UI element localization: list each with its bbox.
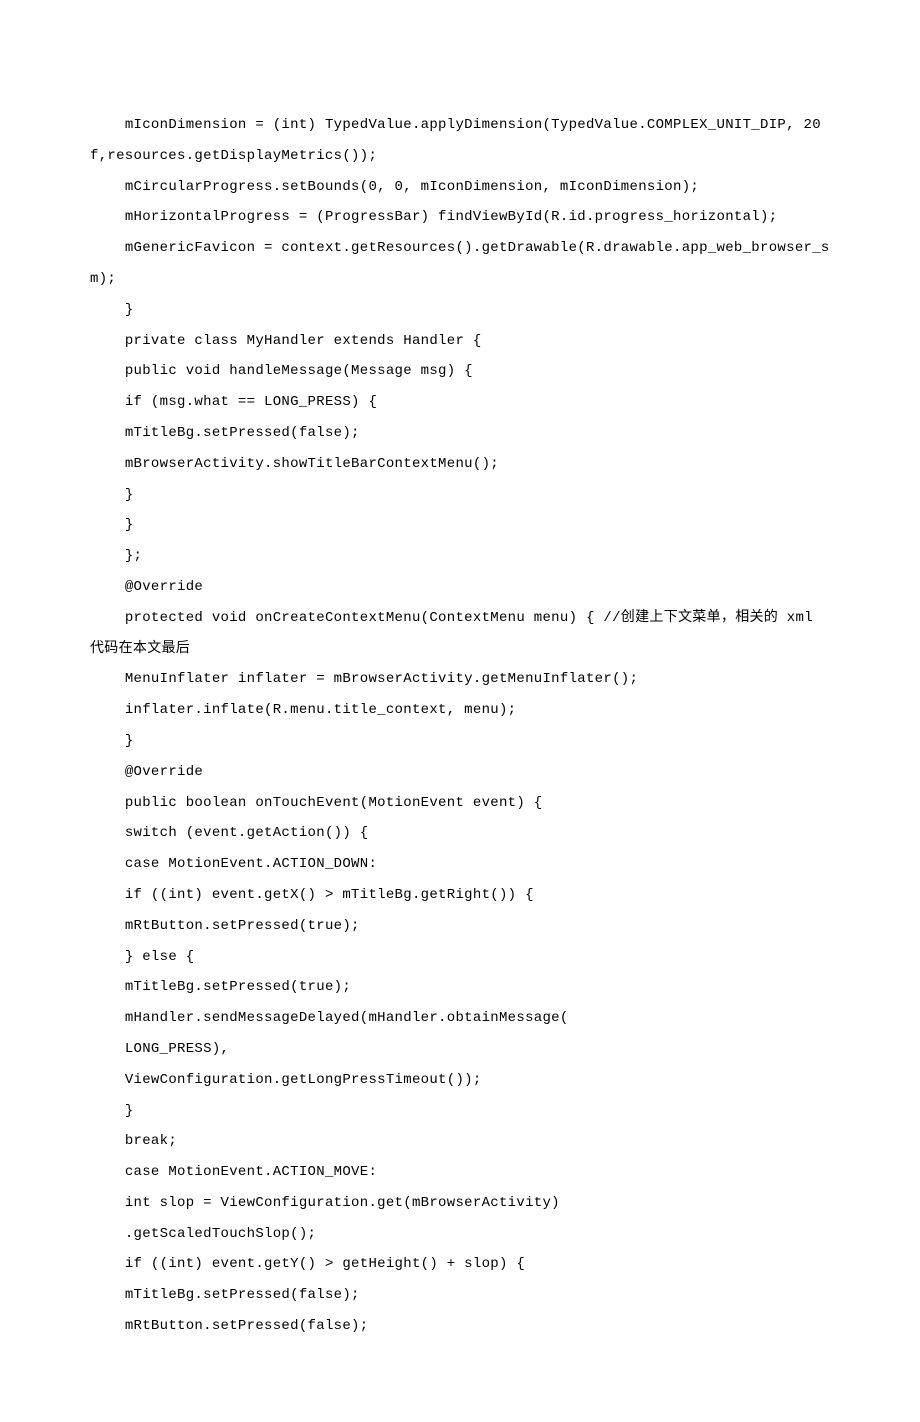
code-line: break; (90, 1126, 830, 1157)
code-line: }; (90, 541, 830, 572)
code-line: mHandler.sendMessageDelayed(mHandler.obt… (90, 1003, 830, 1034)
code-line: @Override (90, 757, 830, 788)
code-line: mGenericFavicon = context.getResources()… (90, 233, 830, 295)
code-line: mIconDimension = (int) TypedValue.applyD… (90, 110, 830, 172)
code-line: } (90, 510, 830, 541)
code-line: protected void onCreateContextMenu(Conte… (90, 603, 830, 665)
document-page: mIconDimension = (int) TypedValue.applyD… (0, 0, 920, 1422)
code-line: if ((int) event.getY() > getHeight() + s… (90, 1249, 830, 1280)
code-line: } else { (90, 942, 830, 973)
code-line: mRtButton.setPressed(true); (90, 911, 830, 942)
code-line: mTitleBg.setPressed(false); (90, 418, 830, 449)
code-line: @Override (90, 572, 830, 603)
code-line: MenuInflater inflater = mBrowserActivity… (90, 664, 830, 695)
code-line: } (90, 1096, 830, 1127)
code-line: case MotionEvent.ACTION_MOVE: (90, 1157, 830, 1188)
code-line: public void handleMessage(Message msg) { (90, 356, 830, 387)
code-line: } (90, 726, 830, 757)
code-line: mTitleBg.setPressed(false); (90, 1280, 830, 1311)
code-line: } (90, 480, 830, 511)
code-line: private class MyHandler extends Handler … (90, 326, 830, 357)
code-line: case MotionEvent.ACTION_DOWN: (90, 849, 830, 880)
code-line: switch (event.getAction()) { (90, 818, 830, 849)
code-line: if (msg.what == LONG_PRESS) { (90, 387, 830, 418)
code-block: mIconDimension = (int) TypedValue.applyD… (90, 110, 830, 1342)
code-line: if ((int) event.getX() > mTitleBg.getRig… (90, 880, 830, 911)
code-line: int slop = ViewConfiguration.get(mBrowse… (90, 1188, 830, 1219)
code-line: LONG_PRESS), (90, 1034, 830, 1065)
code-line: public boolean onTouchEvent(MotionEvent … (90, 788, 830, 819)
code-line: .getScaledTouchSlop(); (90, 1219, 830, 1250)
code-line: mBrowserActivity.showTitleBarContextMenu… (90, 449, 830, 480)
code-line: } (90, 295, 830, 326)
code-line: ViewConfiguration.getLongPressTimeout())… (90, 1065, 830, 1096)
code-line: mTitleBg.setPressed(true); (90, 972, 830, 1003)
code-line: mCircularProgress.setBounds(0, 0, mIconD… (90, 172, 830, 203)
code-line: mHorizontalProgress = (ProgressBar) find… (90, 202, 830, 233)
code-line: mRtButton.setPressed(false); (90, 1311, 830, 1342)
code-line: inflater.inflate(R.menu.title_context, m… (90, 695, 830, 726)
